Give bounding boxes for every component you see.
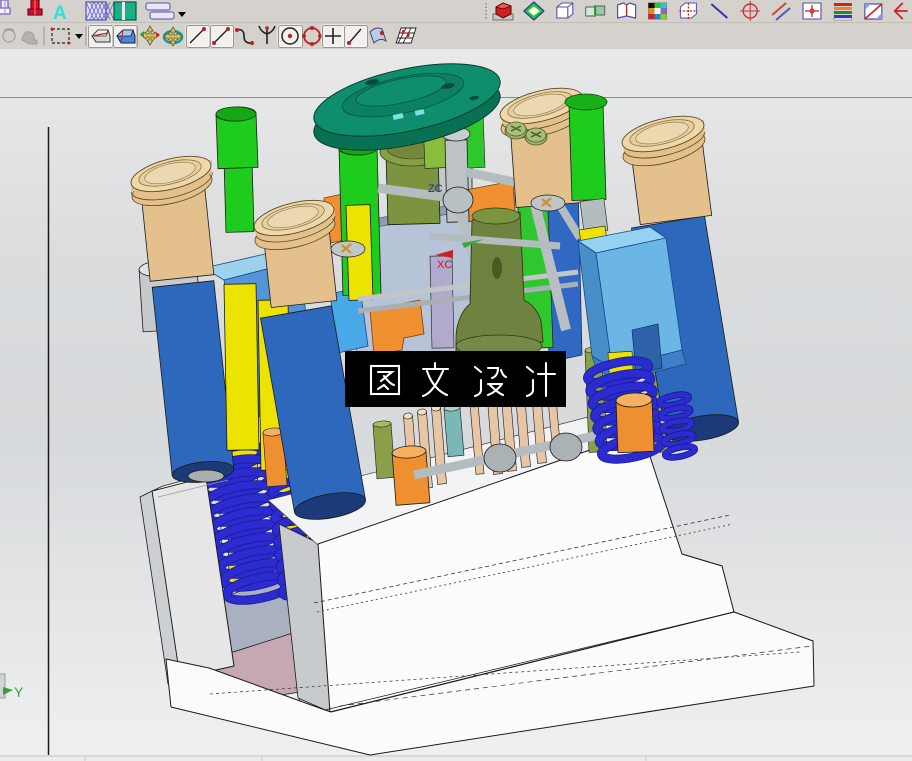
svg-text:XC: XC xyxy=(437,259,452,271)
svg-text:A: A xyxy=(53,3,67,24)
svg-text:Y: Y xyxy=(14,684,24,700)
svg-text:ZC: ZC xyxy=(428,183,443,195)
